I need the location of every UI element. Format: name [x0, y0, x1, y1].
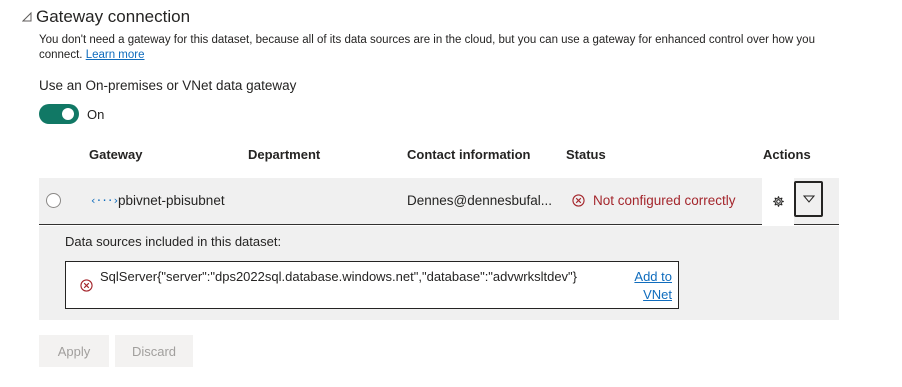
gear-icon — [772, 196, 784, 207]
contact-cell: Dennes@dennesbufal... — [407, 193, 553, 208]
column-header-contact: Contact information — [407, 147, 531, 162]
column-header-actions: Actions — [763, 147, 811, 162]
column-header-status: Status — [566, 147, 606, 162]
data-source-item: SqlServer{"server":"dps2022sql.database.… — [65, 261, 679, 309]
apply-button[interactable]: Apply — [39, 335, 109, 367]
status-text: Not configured correctly — [593, 193, 736, 208]
toggle-state-label: On — [87, 106, 105, 122]
discard-button[interactable]: Discard — [115, 335, 193, 367]
error-circle-icon — [80, 279, 93, 292]
gateway-toggle[interactable] — [39, 104, 79, 124]
data-sources-label: Data sources included in this dataset: — [65, 234, 282, 249]
collapse-triangle-icon[interactable] — [22, 11, 34, 23]
vnet-icon: ‹···› — [90, 194, 119, 207]
expand-row-button[interactable] — [794, 181, 823, 217]
gateway-toggle-row: On — [39, 104, 104, 124]
data-source-text: SqlServer{"server":"dps2022sql.database.… — [100, 269, 578, 284]
add-to-vnet-link[interactable]: Add to VNet — [622, 268, 672, 304]
learn-more-link[interactable]: Learn more — [86, 49, 145, 61]
chevron-down-icon — [802, 195, 815, 203]
gateway-toggle-label: Use an On-premises or VNet data gateway — [39, 78, 297, 93]
gateway-detail-panel: Data sources included in this dataset: S… — [39, 226, 839, 320]
error-circle-icon — [572, 194, 585, 207]
section-title: Gateway connection — [36, 7, 191, 26]
gateway-section-header[interactable]: Gateway connection — [22, 6, 190, 28]
gateway-radio[interactable] — [46, 193, 61, 208]
column-header-department: Department — [248, 147, 321, 162]
gateway-name: pbivnet-pbisubnet — [118, 193, 225, 208]
gateway-settings-button[interactable] — [762, 178, 794, 225]
status-cell: Not configured correctly — [572, 193, 736, 208]
column-header-gateway: Gateway — [89, 147, 143, 162]
toggle-knob — [62, 108, 74, 120]
gateway-row[interactable]: ‹···› pbivnet-pbisubnet Dennes@dennesbuf… — [39, 178, 839, 225]
section-description: You don't need a gateway for this datase… — [39, 33, 839, 63]
description-text: You don't need a gateway for this datase… — [39, 34, 815, 61]
